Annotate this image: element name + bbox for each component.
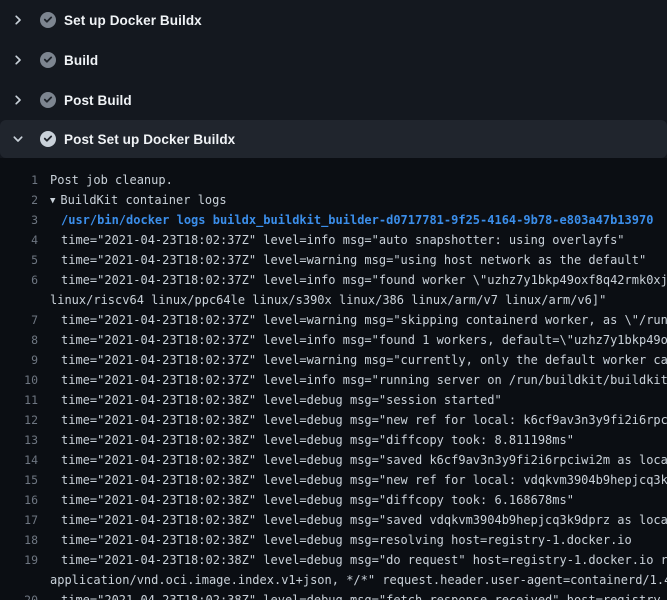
log-line: 3 /usr/bin/docker logs buildx_buildkit_b… bbox=[0, 210, 667, 230]
step-row-build[interactable]: Build bbox=[0, 40, 667, 80]
step-row-set-up-docker-buildx[interactable]: Set up Docker Buildx bbox=[0, 0, 667, 40]
log-line-text: time="2021-04-23T18:02:38Z" level=debug … bbox=[50, 533, 632, 547]
log-line-number[interactable]: 2 bbox=[0, 193, 38, 207]
chevron-down-icon bbox=[12, 133, 24, 145]
log-line-number[interactable]: 5 bbox=[0, 253, 38, 267]
log-line: 4 time="2021-04-23T18:02:37Z" level=info… bbox=[0, 230, 667, 250]
log-line: 2 ▼BuildKit container logs bbox=[0, 190, 667, 210]
log-line-text: time="2021-04-23T18:02:38Z" level=debug … bbox=[50, 433, 574, 447]
log-line-number[interactable]: 13 bbox=[0, 433, 38, 447]
log-group-toggle-icon[interactable]: ▼ bbox=[50, 196, 55, 206]
log-line-text: time="2021-04-23T18:02:38Z" level=debug … bbox=[50, 593, 667, 600]
log-line-number[interactable]: 12 bbox=[0, 413, 38, 427]
log-line-text: ▼BuildKit container logs bbox=[50, 193, 227, 207]
step-title: Post Build bbox=[64, 93, 132, 108]
success-check-icon bbox=[40, 52, 56, 68]
log-line: 11 time="2021-04-23T18:02:38Z" level=deb… bbox=[0, 390, 667, 410]
log-line-text: time="2021-04-23T18:02:38Z" level=debug … bbox=[50, 513, 667, 527]
log-line: 18 time="2021-04-23T18:02:38Z" level=deb… bbox=[0, 530, 667, 550]
step-row-post-set-up-docker-buildx[interactable]: Post Set up Docker Buildx bbox=[0, 120, 667, 158]
log-line: 1 Post job cleanup. bbox=[0, 170, 667, 190]
log-line-text: application/vnd.oci.image.index.v1+json,… bbox=[50, 573, 667, 587]
log-line-number[interactable]: 1 bbox=[0, 173, 38, 187]
log-line: 10 time="2021-04-23T18:02:37Z" level=inf… bbox=[0, 370, 667, 390]
success-check-icon bbox=[40, 12, 56, 28]
log-line-text: time="2021-04-23T18:02:37Z" level=warnin… bbox=[50, 253, 646, 267]
log-line-number[interactable]: 10 bbox=[0, 373, 38, 387]
log-line-number[interactable]: 14 bbox=[0, 453, 38, 467]
log-line-text: time="2021-04-23T18:02:38Z" level=debug … bbox=[50, 413, 667, 427]
log-line: 12 time="2021-04-23T18:02:38Z" level=deb… bbox=[0, 410, 667, 430]
success-check-icon bbox=[40, 92, 56, 108]
log-line-number[interactable]: 17 bbox=[0, 513, 38, 527]
log-line-text: linux/riscv64 linux/ppc64le linux/s390x … bbox=[50, 293, 606, 307]
log-line-number[interactable]: 11 bbox=[0, 393, 38, 407]
log-line: linux/riscv64 linux/ppc64le linux/s390x … bbox=[0, 290, 667, 310]
log-line-text: Post job cleanup. bbox=[50, 173, 173, 187]
log-line: application/vnd.oci.image.index.v1+json,… bbox=[0, 570, 667, 590]
step-title: Post Set up Docker Buildx bbox=[64, 132, 235, 147]
job-steps-list: Set up Docker Buildx Build Post Build Po… bbox=[0, 0, 667, 158]
log-line: 14 time="2021-04-23T18:02:38Z" level=deb… bbox=[0, 450, 667, 470]
log-line-number[interactable]: 4 bbox=[0, 233, 38, 247]
log-line-text: time="2021-04-23T18:02:38Z" level=debug … bbox=[50, 493, 574, 507]
log-line: 16 time="2021-04-23T18:02:38Z" level=deb… bbox=[0, 490, 667, 510]
log-line-text: time="2021-04-23T18:02:37Z" level=info m… bbox=[50, 373, 667, 387]
log-line-number[interactable]: 7 bbox=[0, 313, 38, 327]
log-line-text: time="2021-04-23T18:02:37Z" level=info m… bbox=[50, 273, 667, 287]
log-line: 5 time="2021-04-23T18:02:37Z" level=warn… bbox=[0, 250, 667, 270]
log-line: 6 time="2021-04-23T18:02:37Z" level=info… bbox=[0, 270, 667, 290]
log-line: 20 time="2021-04-23T18:02:38Z" level=deb… bbox=[0, 590, 667, 600]
chevron-right-icon bbox=[12, 54, 24, 66]
step-row-post-build[interactable]: Post Build bbox=[0, 80, 667, 120]
log-line-text: time="2021-04-23T18:02:37Z" level=info m… bbox=[50, 333, 667, 347]
log-line-number[interactable]: 3 bbox=[0, 213, 38, 227]
log-line-text: time="2021-04-23T18:02:37Z" level=warnin… bbox=[50, 313, 667, 327]
log-line-text: time="2021-04-23T18:02:38Z" level=debug … bbox=[50, 473, 667, 487]
log-line-text: time="2021-04-23T18:02:38Z" level=debug … bbox=[50, 553, 667, 567]
log-line-text: time="2021-04-23T18:02:38Z" level=debug … bbox=[50, 453, 667, 467]
log-line-number[interactable]: 6 bbox=[0, 273, 38, 287]
log-output-panel: 1 Post job cleanup. 2 ▼BuildKit containe… bbox=[0, 158, 667, 600]
log-line-text: time="2021-04-23T18:02:38Z" level=debug … bbox=[50, 393, 502, 407]
log-line-number[interactable]: 15 bbox=[0, 473, 38, 487]
log-line-number[interactable]: 16 bbox=[0, 493, 38, 507]
log-line: 19 time="2021-04-23T18:02:38Z" level=deb… bbox=[0, 550, 667, 570]
log-line-text: time="2021-04-23T18:02:37Z" level=info m… bbox=[50, 233, 625, 247]
chevron-right-icon bbox=[12, 14, 24, 26]
log-line: 9 time="2021-04-23T18:02:37Z" level=warn… bbox=[0, 350, 667, 370]
log-line-number[interactable]: 9 bbox=[0, 353, 38, 367]
log-line: 8 time="2021-04-23T18:02:37Z" level=info… bbox=[0, 330, 667, 350]
log-line-text: /usr/bin/docker logs buildx_buildkit_bui… bbox=[50, 213, 653, 227]
log-line-number[interactable]: 8 bbox=[0, 333, 38, 347]
log-line-text: time="2021-04-23T18:02:37Z" level=warnin… bbox=[50, 353, 667, 367]
log-line: 7 time="2021-04-23T18:02:37Z" level=warn… bbox=[0, 310, 667, 330]
log-line: 13 time="2021-04-23T18:02:38Z" level=deb… bbox=[0, 430, 667, 450]
step-title: Set up Docker Buildx bbox=[64, 13, 202, 28]
step-title: Build bbox=[64, 53, 98, 68]
log-line-number[interactable]: 20 bbox=[0, 593, 38, 600]
log-line-number[interactable]: 18 bbox=[0, 533, 38, 547]
log-line-number[interactable]: 19 bbox=[0, 553, 38, 567]
log-line: 15 time="2021-04-23T18:02:38Z" level=deb… bbox=[0, 470, 667, 490]
log-line: 17 time="2021-04-23T18:02:38Z" level=deb… bbox=[0, 510, 667, 530]
chevron-right-icon bbox=[12, 94, 24, 106]
success-check-icon bbox=[40, 131, 56, 147]
